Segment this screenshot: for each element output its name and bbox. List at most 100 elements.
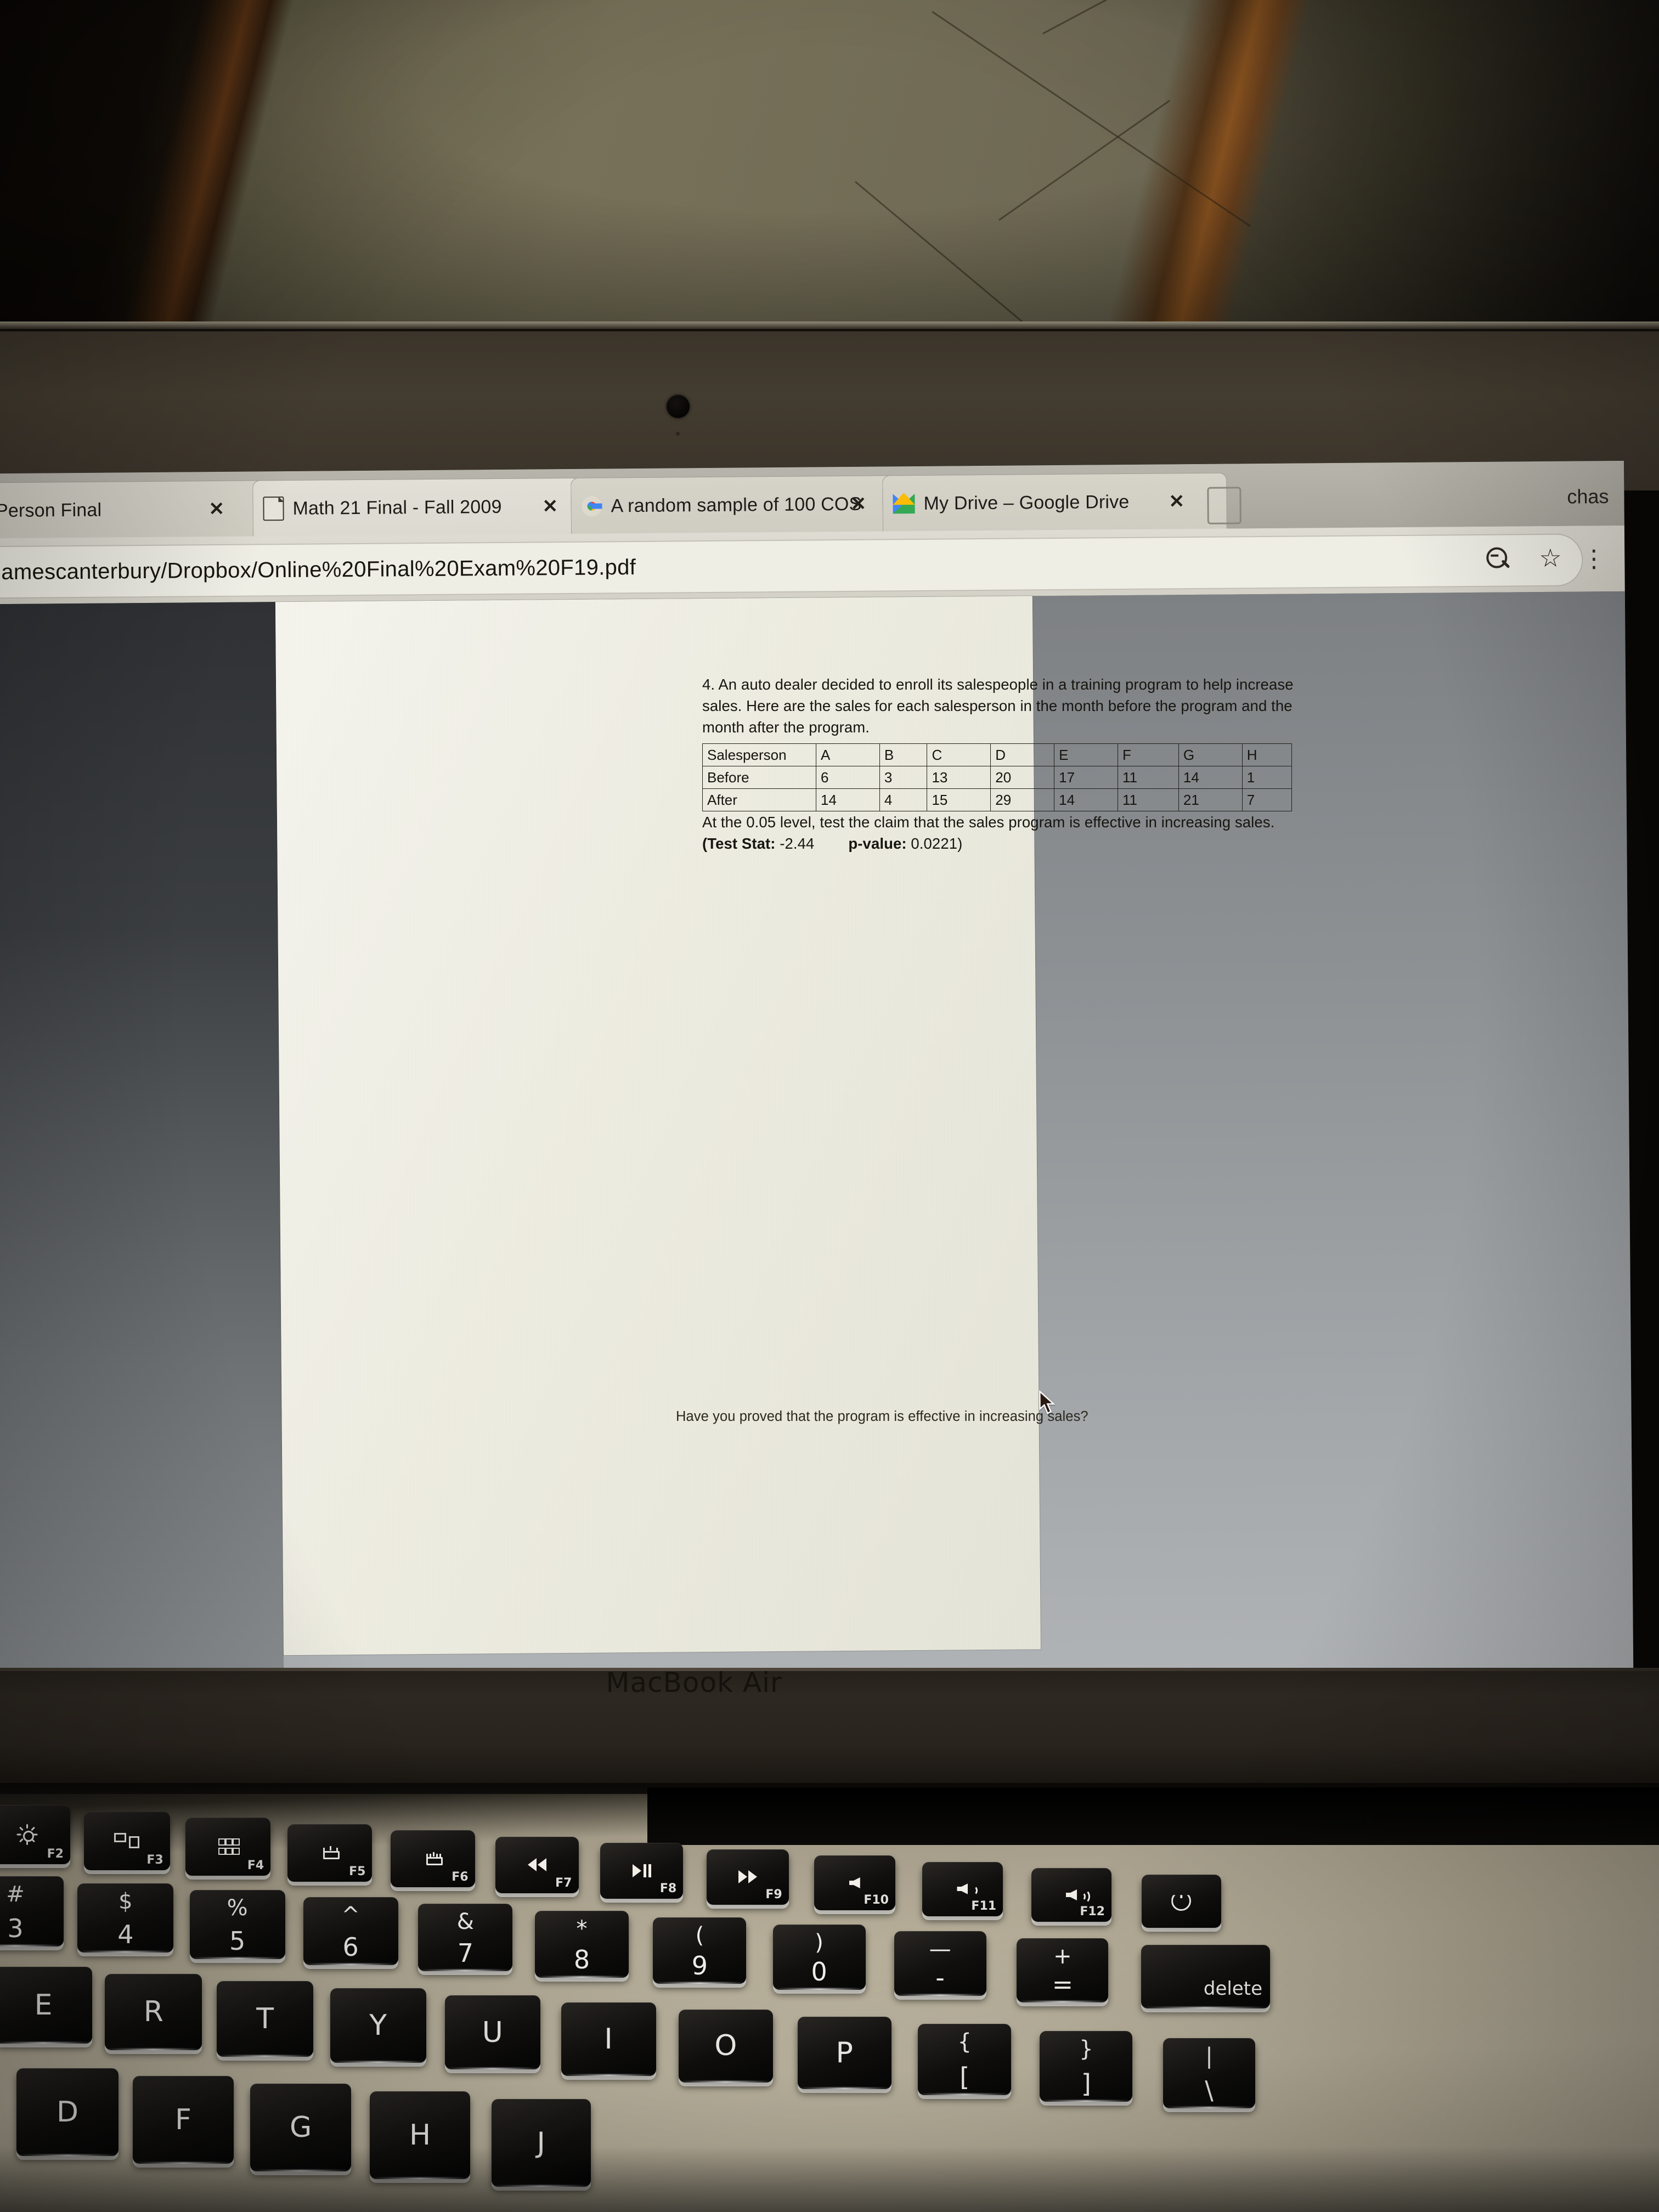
table-header-cell: G — [1178, 743, 1243, 766]
table-cell: 20 — [990, 766, 1055, 789]
webcam-indicator-icon — [676, 432, 680, 436]
test-stat-label: (Test Stat: — [702, 835, 776, 852]
fast-forward-icon — [738, 1870, 757, 1883]
key-label: D — [56, 2096, 79, 2129]
pdf-answer-line: (Test Stat: -2.44 p-value: 0.0221) — [702, 833, 1311, 854]
pdf-footer-question: Have you proved that the program is effe… — [676, 1409, 1088, 1424]
new-tab-button[interactable] — [1207, 487, 1242, 524]
key-label: F11 — [971, 1899, 997, 1913]
key-label: F — [175, 2103, 191, 2136]
pdf-document-content: 4. An auto dealer decided to enroll its … — [702, 674, 1311, 854]
key-f7[interactable]: F7 — [495, 1836, 579, 1893]
star-icon[interactable]: ☆ — [1539, 544, 1564, 572]
tab-title: Math 21 Final - Fall 2009 — [292, 496, 502, 519]
key-f10[interactable]: F10 — [814, 1855, 895, 1910]
key-f11[interactable]: F11 — [922, 1861, 1003, 1916]
tab-close-icon[interactable]: ✕ — [542, 495, 558, 517]
key-i[interactable]: I — [561, 2002, 656, 2076]
profile-name-label[interactable]: chas — [1567, 485, 1609, 509]
key-9[interactable]: (9 — [653, 1917, 747, 1984]
omnibox-icons: ☆ — [1485, 544, 1564, 572]
table-row: Before 6 3 13 20 17 11 14 1 — [702, 766, 1293, 789]
key-sym[interactable]: {[ — [918, 2024, 1012, 2096]
key-j[interactable]: J — [491, 2099, 591, 2187]
tab-close-icon[interactable]: ✕ — [208, 498, 224, 520]
key-e[interactable]: E — [0, 1967, 92, 2044]
volume-up-icon — [1066, 1889, 1090, 1904]
key-label: J — [537, 2126, 545, 2159]
key-sym[interactable]: }] — [1040, 2031, 1133, 2102]
key-r[interactable]: R — [105, 1974, 202, 2050]
key-shift-label: $ — [119, 1888, 133, 1914]
key-f4[interactable]: F4 — [185, 1818, 271, 1876]
key-8[interactable]: * 8 — [535, 1910, 629, 1978]
key-label: = — [1052, 1969, 1074, 1999]
key-label: R — [143, 1995, 163, 2029]
keyboard-backlight-down-icon — [320, 1846, 340, 1859]
key-7[interactable]: & 7 — [418, 1904, 513, 1972]
key-label: 7 — [457, 1938, 474, 1968]
zoom-out-icon[interactable] — [1485, 546, 1510, 571]
key-4[interactable]: $4 — [77, 1883, 174, 1953]
key-u[interactable]: U — [444, 1995, 540, 2070]
key-p[interactable]: P — [797, 2017, 891, 2089]
table-header-cell: H — [1242, 743, 1293, 766]
key-shift-label: ( — [695, 1923, 704, 1948]
key-label: P — [836, 2036, 853, 2069]
browser-tab-random-sample[interactable]: A random sample of 100 COS — [571, 475, 894, 534]
key-0[interactable]: ) 0 — [772, 1924, 866, 1990]
key-o[interactable]: O — [678, 2010, 773, 2083]
table-header-cell: D — [990, 743, 1055, 766]
tab-title: My Drive – Google Drive — [923, 491, 1130, 514]
key-6[interactable]: ^ 6 — [303, 1897, 398, 1965]
key-label: U — [482, 2016, 503, 2049]
key-=[interactable]: + = — [1017, 1938, 1109, 2002]
key-f3[interactable]: F3 — [83, 1811, 170, 1870]
brightness-up-icon — [16, 1824, 38, 1845]
pdf-viewer-left-gutter — [0, 602, 284, 1687]
key-sym[interactable]: | \ — [1163, 2038, 1255, 2108]
key-t[interactable]: T — [217, 1981, 314, 2057]
key-f6[interactable]: F6 — [391, 1830, 475, 1887]
table-header-cell: B — [879, 743, 928, 766]
address-bar[interactable]: /chasejamescanterbury/Dropbox/Online%20F… — [0, 533, 1583, 600]
kebab-menu-icon[interactable]: ⋮ — [1582, 545, 1606, 572]
key-f2[interactable]: F2 — [0, 1805, 70, 1864]
browser-tab-math-21-final[interactable]: Math 21 Final - Fall 2009 — [252, 477, 581, 537]
key-g[interactable]: G — [250, 2084, 351, 2171]
table-cell: 14 — [816, 788, 880, 811]
tab-title: In Person Final — [0, 499, 102, 521]
key-power[interactable] — [1141, 1874, 1221, 1928]
key--[interactable]: — - — [894, 1931, 986, 1996]
table-header-cell: C — [927, 743, 991, 766]
table-cell: 11 — [1117, 788, 1179, 811]
key-f8[interactable]: F8 — [600, 1843, 684, 1899]
p-value-label: p-value: — [848, 835, 907, 852]
key-label: O — [714, 2029, 737, 2063]
key-shift-label: { — [957, 2029, 972, 2055]
table-cell: 21 — [1178, 788, 1243, 811]
tab-close-icon[interactable]: ✕ — [850, 493, 866, 515]
table-header-cell: F — [1117, 743, 1179, 766]
google-drive-icon — [893, 493, 915, 514]
key-f[interactable]: F — [132, 2076, 234, 2164]
key-h[interactable]: H — [370, 2091, 470, 2179]
key-label: F6 — [452, 1870, 469, 1884]
table-cell: 17 — [1054, 766, 1118, 789]
mission-control-icon — [114, 1833, 140, 1848]
key-label: ] — [1081, 2069, 1091, 2099]
key-delete[interactable]: delete — [1141, 1945, 1270, 2008]
key-y[interactable]: Y — [330, 1988, 426, 2063]
key-3[interactable]: #3 — [0, 1876, 64, 1946]
key-d[interactable]: D — [16, 2068, 119, 2156]
table-cell: 6 — [816, 766, 880, 789]
key-f12[interactable]: F12 — [1031, 1868, 1111, 1922]
tab-close-icon[interactable]: ✕ — [1169, 490, 1184, 512]
key-label: T — [256, 2002, 274, 2035]
key-5[interactable]: % 5 — [189, 1890, 285, 1959]
key-label: H — [409, 2119, 431, 2152]
key-label: 3 — [7, 1914, 24, 1943]
key-f5[interactable]: F5 — [287, 1824, 373, 1882]
key-f9[interactable]: F9 — [707, 1849, 789, 1905]
table-cell: 15 — [927, 788, 991, 811]
